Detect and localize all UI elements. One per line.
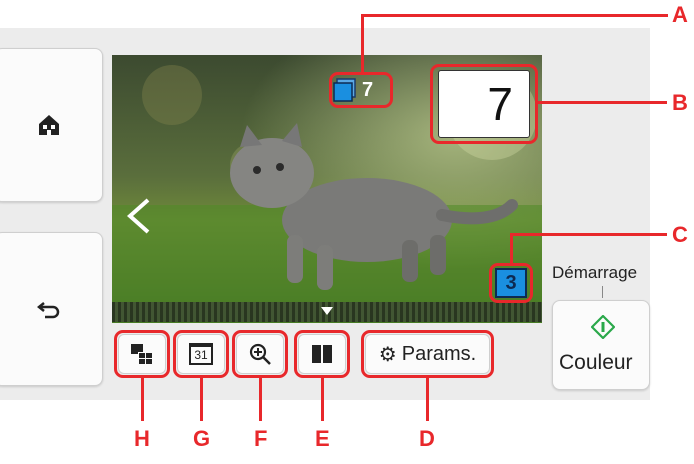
- leader-f: [259, 377, 262, 421]
- callout-label-d: D: [419, 426, 435, 451]
- color-start-label: Couleur: [559, 351, 633, 374]
- chevron-left-icon: [126, 198, 150, 234]
- callout-label-e: E: [315, 426, 330, 451]
- scroll-down-icon[interactable]: [321, 307, 333, 315]
- back-button[interactable]: [0, 232, 103, 386]
- callout-label-b: B: [672, 90, 688, 115]
- callout-label-c: C: [672, 222, 688, 247]
- callout-label-h: H: [134, 426, 150, 451]
- home-button[interactable]: [0, 48, 103, 202]
- callout-label-f: F: [254, 426, 268, 451]
- callout-box-f: [232, 330, 288, 378]
- leader-h: [141, 377, 144, 421]
- callout-box-c: [489, 263, 533, 303]
- start-diamond-icon: [591, 315, 615, 339]
- leader-a-v: [361, 14, 364, 74]
- leader-d: [426, 377, 429, 421]
- start-connector: [602, 286, 603, 298]
- leader-c-v: [510, 233, 513, 265]
- callout-box-h: [114, 330, 170, 378]
- previous-photo-arrow[interactable]: [124, 196, 154, 236]
- callout-box-a: [329, 72, 393, 108]
- callout-label-g: G: [193, 426, 211, 451]
- callout-box-b: [430, 64, 538, 144]
- leader-b: [537, 101, 667, 104]
- leader-e: [321, 377, 324, 421]
- start-label: Démarrage: [552, 263, 638, 282]
- callout-label-a: A: [672, 2, 688, 27]
- color-start-button[interactable]: Couleur: [552, 300, 650, 390]
- callout-box-e: [294, 330, 350, 378]
- leader-g: [200, 377, 203, 421]
- leader-a-h: [361, 14, 668, 17]
- home-icon: [38, 115, 59, 135]
- callout-box-g: [173, 330, 229, 378]
- back-arrow-icon: [36, 302, 59, 319]
- callout-box-d: [361, 330, 494, 378]
- leader-c-h: [510, 233, 667, 236]
